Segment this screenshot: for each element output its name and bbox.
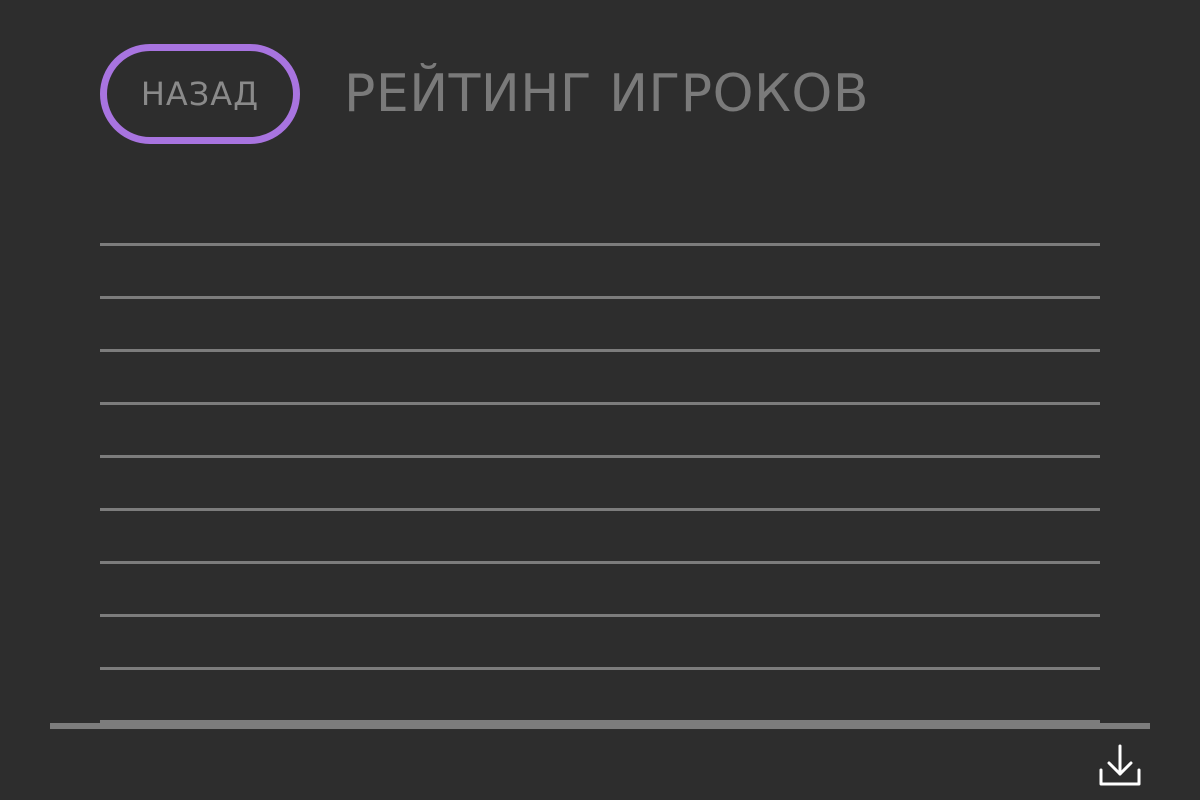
download-button[interactable] — [1098, 744, 1142, 788]
leaderboard-row — [100, 458, 1100, 511]
leaderboard-row — [100, 511, 1100, 564]
leaderboard-row — [100, 299, 1100, 352]
footer-divider — [50, 723, 1150, 729]
leaderboard-row — [100, 193, 1100, 246]
leaderboard-row — [100, 670, 1100, 723]
header: НАЗАД РЕЙТИНГ ИГРОКОВ — [100, 44, 869, 144]
back-button[interactable]: НАЗАД — [100, 44, 300, 144]
leaderboard-row — [100, 405, 1100, 458]
leaderboard-list — [100, 193, 1100, 723]
leaderboard-row — [100, 564, 1100, 617]
leaderboard-row — [100, 617, 1100, 670]
download-icon — [1099, 744, 1141, 786]
page-title: РЕЙТИНГ ИГРОКОВ — [344, 64, 870, 124]
leaderboard-row — [100, 352, 1100, 405]
back-button-label: НАЗАД — [140, 75, 260, 113]
leaderboard-row — [100, 246, 1100, 299]
